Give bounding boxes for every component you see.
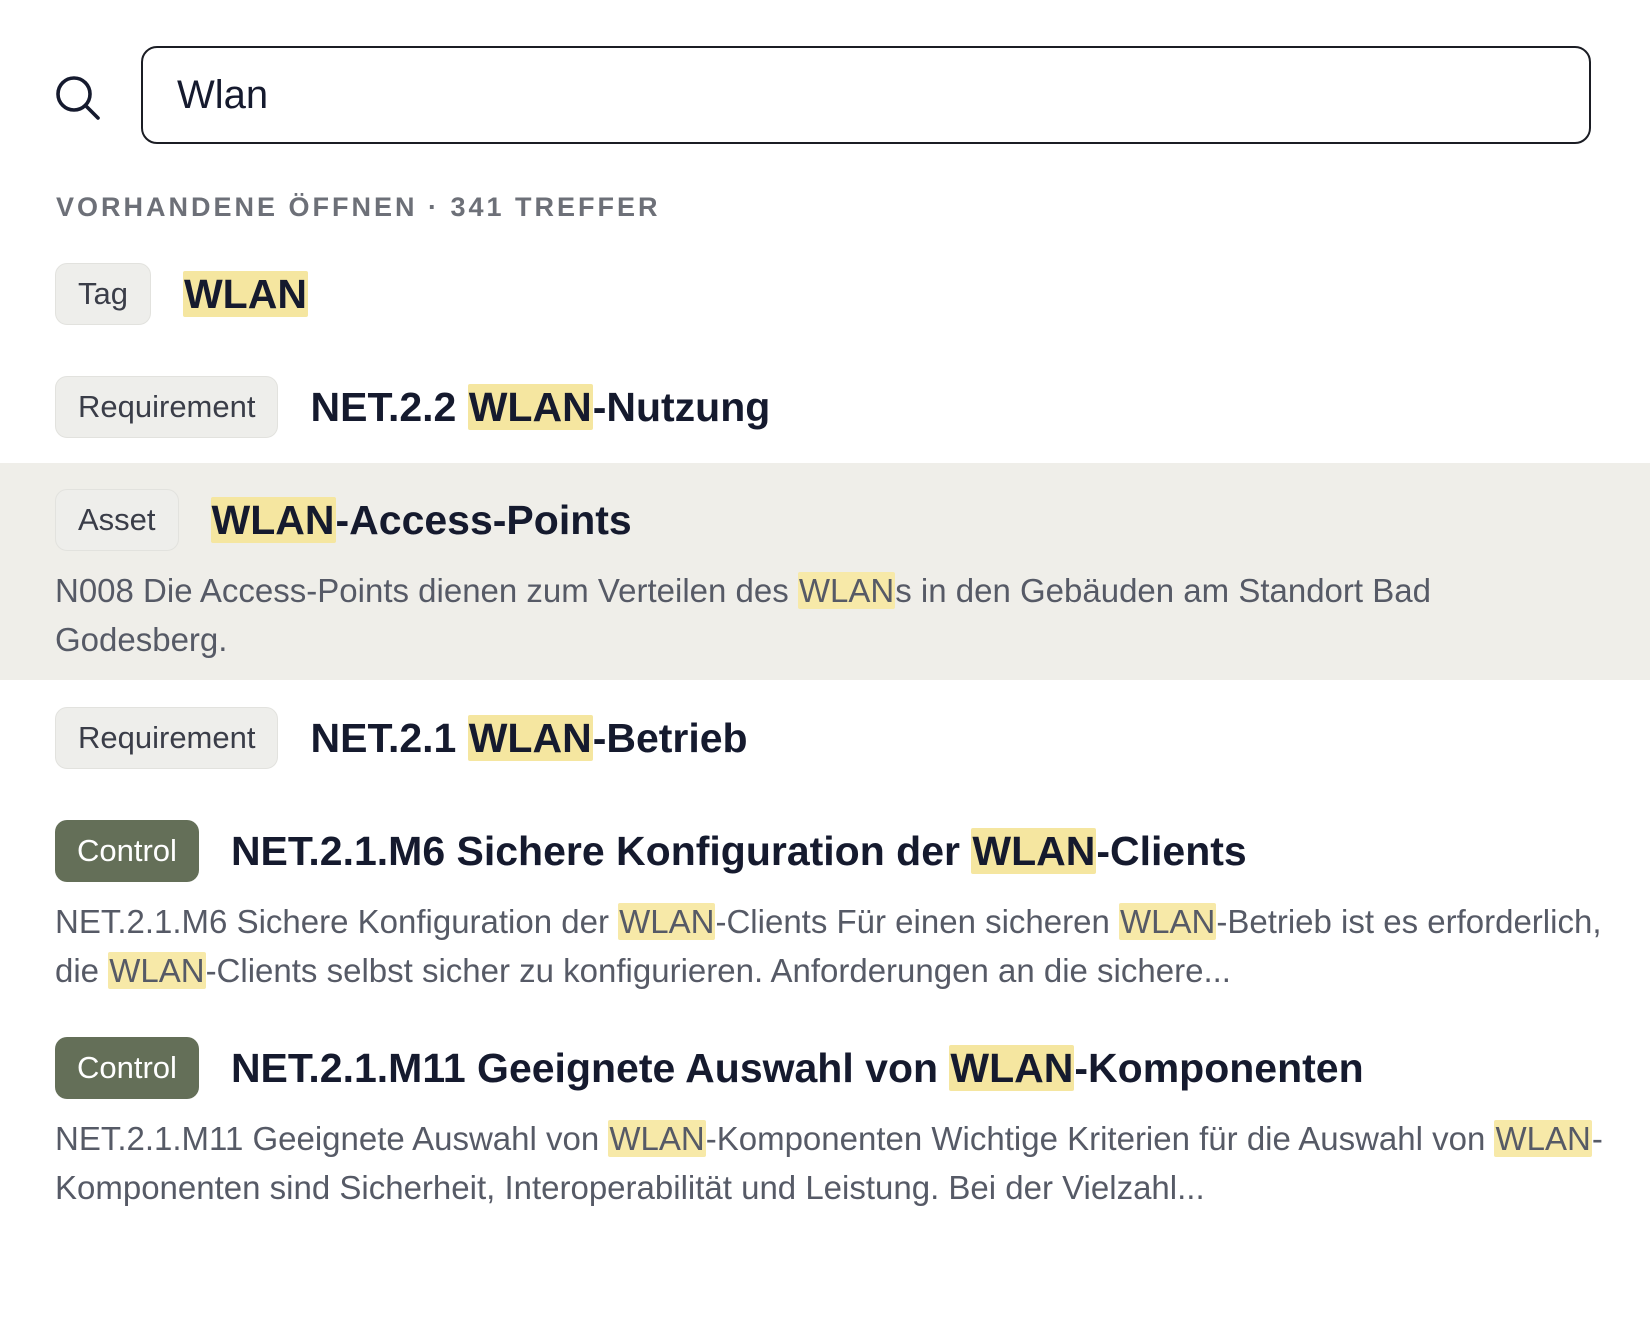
match-highlight: WLAN [182,270,308,317]
section-header: VORHANDENE ÖFFNEN · 341 TREFFER [56,192,661,222]
result-title: WLAN-Access-Points [210,496,632,544]
result-title-row: Requirement NET.2.2 WLAN-Nutzung [55,375,1610,439]
result-title: NET.2.1.M11 Geeignete Auswahl von WLAN-K… [230,1044,1364,1092]
type-badge: Control [55,1037,199,1099]
result-title-row: Tag WLAN [55,262,1610,326]
type-badge: Asset [55,489,179,551]
result-title: NET.2.2 WLAN-Nutzung [310,383,771,431]
result-item-control[interactable]: Control NET.2.1.M6 Sichere Konfiguration … [0,819,1650,995]
text-segment: NET.2.1 [310,714,468,761]
result-description: NET.2.1.M6 Sichere Konfiguration der WLA… [55,897,1610,995]
search-field[interactable] [141,46,1591,144]
match-highlight: WLAN [618,903,716,940]
text-segment: -Clients selbst sicher zu konfigurieren.… [205,952,1231,989]
result-item-control[interactable]: Control NET.2.1.M11 Geeignete Auswahl von… [0,1036,1650,1212]
match-highlight: WLAN [1494,1120,1592,1157]
match-highlight: WLAN [108,952,206,989]
text-segment: -Access-Points [335,496,632,543]
text-segment: -Betrieb [592,714,748,761]
result-title-row: Asset WLAN-Access-Points [55,488,1610,552]
result-title: NET.2.1 WLAN-Betrieb [310,714,748,762]
match-highlight: WLAN [949,1044,1075,1091]
type-badge: Requirement [55,376,279,438]
text-segment: N008 Die Access-Points dienen zum Vertei… [55,572,798,609]
text-segment: -Komponenten Wichtige Kriterien für die … [705,1120,1495,1157]
search-bar [0,44,1650,148]
result-item-tag[interactable]: Tag WLAN [0,262,1650,326]
result-title: NET.2.1.M6 Sichere Konfiguration der WLA… [230,827,1247,875]
text-segment: -Clients Für einen sicheren [715,903,1119,940]
result-title: WLAN [182,270,308,318]
type-badge: Requirement [55,707,279,769]
text-segment: NET.2.1.M6 Sichere Konfiguration der [55,903,619,940]
match-highlight: WLAN [608,1120,706,1157]
match-highlight: WLAN [971,827,1097,874]
search-icon[interactable] [54,74,102,122]
result-title-row: Control NET.2.1.M6 Sichere Konfiguration … [55,819,1610,883]
text-segment: NET.2.1.M11 Geeignete Auswahl von [55,1120,609,1157]
result-description: N008 Die Access-Points dienen zum Vertei… [55,566,1610,664]
text-segment: -Komponenten [1074,1044,1364,1091]
search-input[interactable] [177,48,1557,142]
text-segment: NET.2.2 [310,383,468,430]
result-item-requirement[interactable]: Requirement NET.2.1 WLAN-Betrieb [0,706,1650,770]
type-badge: Control [55,820,199,882]
result-title-row: Requirement NET.2.1 WLAN-Betrieb [55,706,1610,770]
result-item-requirement[interactable]: Requirement NET.2.2 WLAN-Nutzung [0,375,1650,439]
text-segment: NET.2.1.M11 Geeignete Auswahl von [230,1044,950,1091]
match-highlight: WLAN [210,496,336,543]
match-highlight: WLAN [467,383,593,430]
match-highlight: WLAN [1119,903,1217,940]
result-description: NET.2.1.M11 Geeignete Auswahl von WLAN-K… [55,1114,1610,1212]
text-segment: -Nutzung [592,383,771,430]
result-title-row: Control NET.2.1.M11 Geeignete Auswahl von… [55,1036,1610,1100]
result-item-asset[interactable]: Asset WLAN-Access-Points N008 Die Access-P… [0,463,1650,680]
text-segment: NET.2.1.M6 Sichere Konfiguration der [230,827,972,874]
match-highlight: WLAN [797,572,896,609]
text-segment: -Clients [1096,827,1247,874]
match-highlight: WLAN [467,714,593,761]
type-badge: Tag [55,263,151,325]
